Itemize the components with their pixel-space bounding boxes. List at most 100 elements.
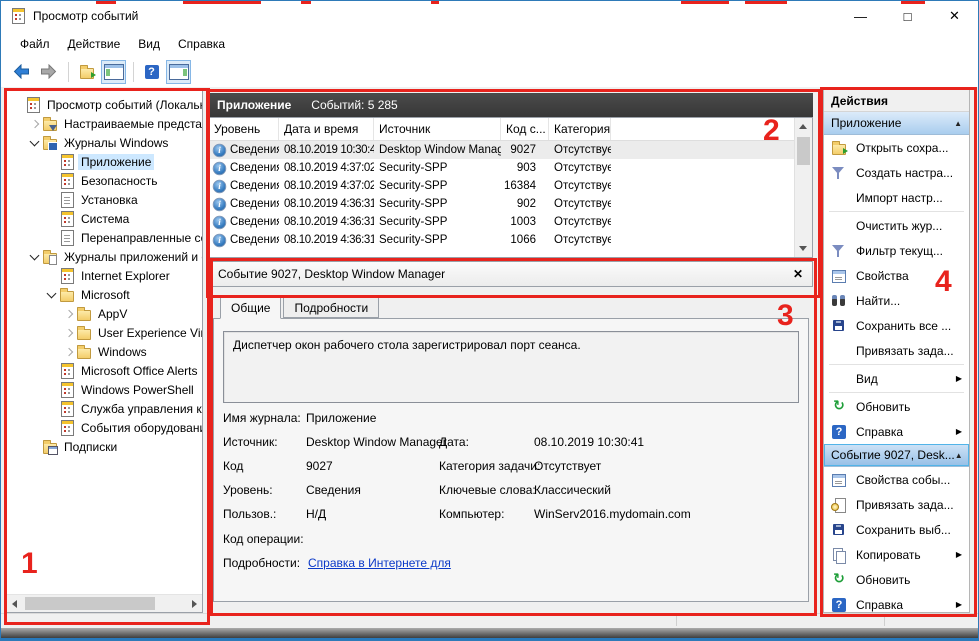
tree-item[interactable]: Internet Explorer xyxy=(7,266,202,285)
folder-screen-overlay xyxy=(48,142,58,151)
action-item[interactable]: Обновить xyxy=(824,394,969,419)
close-preview-icon[interactable]: ✕ xyxy=(793,267,803,281)
tab-details[interactable]: Подробности xyxy=(283,296,379,318)
help-link[interactable]: Справка в Интернете для xyxy=(308,556,451,570)
table-row[interactable]: Сведения08.10.2019 10:30:41Desktop Windo… xyxy=(209,141,812,159)
action-item[interactable]: Копировать▶ xyxy=(824,542,969,567)
tree-item[interactable]: Перенаправленные соб xyxy=(7,228,202,247)
maximize-button[interactable]: □ xyxy=(884,1,931,31)
scroll-left-arrow[interactable] xyxy=(7,595,24,612)
folder-icon xyxy=(76,306,92,322)
action-item[interactable]: Вид▶ xyxy=(824,366,969,391)
column-header-filler xyxy=(611,118,812,140)
tree-item[interactable]: Служба управления клю xyxy=(7,399,202,418)
folder-doc-overlay xyxy=(49,255,57,265)
action-item[interactable]: Привязать зада... xyxy=(824,492,969,517)
tree-item[interactable]: Microsoft xyxy=(7,285,202,304)
forward-button[interactable] xyxy=(36,60,61,84)
scrollbar-thumb[interactable] xyxy=(25,597,155,610)
table-row[interactable]: Сведения08.10.2019 4:36:31Security-SPP10… xyxy=(209,213,812,231)
code-cell: 902 xyxy=(501,198,549,210)
tree-item[interactable]: Система xyxy=(7,209,202,228)
action-item[interactable]: Очистить жур... xyxy=(824,213,969,238)
menu-item[interactable]: Файл xyxy=(11,34,59,54)
tree-item[interactable]: AppV xyxy=(7,304,202,323)
section-title: Событие 9027, Desk... xyxy=(831,448,955,462)
scroll-up-arrow[interactable] xyxy=(795,118,812,135)
field-label: Дата: xyxy=(439,435,469,449)
info-icon xyxy=(213,197,227,211)
chevron-spacer xyxy=(28,440,42,454)
action-item[interactable]: Создать настра... xyxy=(824,160,969,185)
action-item[interactable]: Справка▶ xyxy=(824,419,969,444)
show-saved-log-button[interactable] xyxy=(74,60,99,84)
tree-item[interactable]: Microsoft Office Alerts xyxy=(7,361,202,380)
help-button[interactable] xyxy=(139,60,164,84)
action-item[interactable]: Привязать зада... xyxy=(824,338,969,363)
chevron-collapsed-icon[interactable] xyxy=(28,117,42,131)
action-item[interactable]: Найти... xyxy=(824,288,969,313)
tree-item-label: User Experience Virtua xyxy=(95,325,202,341)
action-item[interactable]: Открыть сохра... xyxy=(824,135,969,160)
tree-item[interactable]: Журналы Windows xyxy=(7,133,202,152)
level-cell: Сведения xyxy=(209,143,279,158)
tree-item[interactable]: Windows PowerShell xyxy=(7,380,202,399)
action-section-header[interactable]: Событие 9027, Desk...▲ xyxy=(824,444,969,467)
column-header[interactable]: Код с... xyxy=(501,118,549,140)
menu-item[interactable]: Вид xyxy=(129,34,169,54)
action-item[interactable]: Свойства xyxy=(824,263,969,288)
tree-item[interactable]: Журналы приложений и сл xyxy=(7,247,202,266)
submenu-arrow-icon: ▶ xyxy=(956,427,962,436)
action-item[interactable]: Справка▶ xyxy=(824,592,969,613)
action-item[interactable]: Сохранить все ... xyxy=(824,313,969,338)
tree-item[interactable]: События оборудования xyxy=(7,418,202,437)
tree-item[interactable]: Установка xyxy=(7,190,202,209)
table-row[interactable]: Сведения08.10.2019 4:36:31Security-SPP90… xyxy=(209,195,812,213)
tree-item[interactable]: Просмотр событий (Локальнь xyxy=(7,95,202,114)
collapse-icon[interactable]: ▲ xyxy=(955,451,963,460)
menu-item[interactable]: Справка xyxy=(169,34,234,54)
scrollbar-thumb[interactable] xyxy=(797,137,810,165)
console-tree-toggle-button[interactable] xyxy=(101,60,126,84)
tree-item[interactable]: Настраиваемые представле xyxy=(7,114,202,133)
tree-item[interactable]: Windows xyxy=(7,342,202,361)
table-row[interactable]: Сведения08.10.2019 4:37:02Security-SPP16… xyxy=(209,177,812,195)
action-section-header[interactable]: Приложение▲ xyxy=(824,112,969,135)
minimize-button[interactable]: — xyxy=(837,1,884,31)
chevron-expanded-icon[interactable] xyxy=(28,136,42,150)
chevron-expanded-icon[interactable] xyxy=(45,288,59,302)
tree-item[interactable]: Подписки xyxy=(7,437,202,456)
open-folder-overlay xyxy=(843,148,848,154)
tab-general[interactable]: Общие xyxy=(220,295,281,319)
chevron-expanded-icon[interactable] xyxy=(28,250,42,264)
action-item[interactable]: Обновить xyxy=(824,567,969,592)
tree-item[interactable]: Безопасность xyxy=(7,171,202,190)
column-header[interactable]: Уровень xyxy=(209,118,279,140)
close-button[interactable]: ✕ xyxy=(931,1,978,31)
event-list-vertical-scrollbar[interactable] xyxy=(794,118,812,257)
menu-item[interactable]: Действие xyxy=(59,34,130,54)
folder-filter-icon xyxy=(42,116,58,132)
tree-item[interactable]: User Experience Virtua xyxy=(7,323,202,342)
cat-cell: Отсутствует xyxy=(549,144,611,156)
column-header[interactable]: Источник xyxy=(374,118,501,140)
collapse-icon[interactable]: ▲ xyxy=(954,119,962,128)
column-header[interactable]: Категория... xyxy=(549,118,611,140)
table-row[interactable]: Сведения08.10.2019 4:37:02Security-SPP90… xyxy=(209,159,812,177)
chevron-collapsed-icon[interactable] xyxy=(62,326,76,340)
column-header[interactable]: Дата и время xyxy=(279,118,374,140)
scroll-right-arrow[interactable] xyxy=(185,595,202,612)
scroll-down-arrow[interactable] xyxy=(795,240,812,257)
chevron-collapsed-icon[interactable] xyxy=(62,345,76,359)
action-item[interactable]: Фильтр текущ... xyxy=(824,238,969,263)
action-pane-toggle-button[interactable] xyxy=(166,60,191,84)
tree-item[interactable]: Приложение xyxy=(7,152,202,171)
back-button[interactable] xyxy=(9,60,34,84)
tree-horizontal-scrollbar[interactable] xyxy=(7,594,202,612)
chevron-spacer xyxy=(45,174,59,188)
action-item[interactable]: Импорт настр... xyxy=(824,185,969,210)
action-item[interactable]: Сохранить выб... xyxy=(824,517,969,542)
action-item[interactable]: Свойства собы... xyxy=(824,467,969,492)
chevron-collapsed-icon[interactable] xyxy=(62,307,76,321)
table-row[interactable]: Сведения08.10.2019 4:36:31Security-SPP10… xyxy=(209,231,812,249)
